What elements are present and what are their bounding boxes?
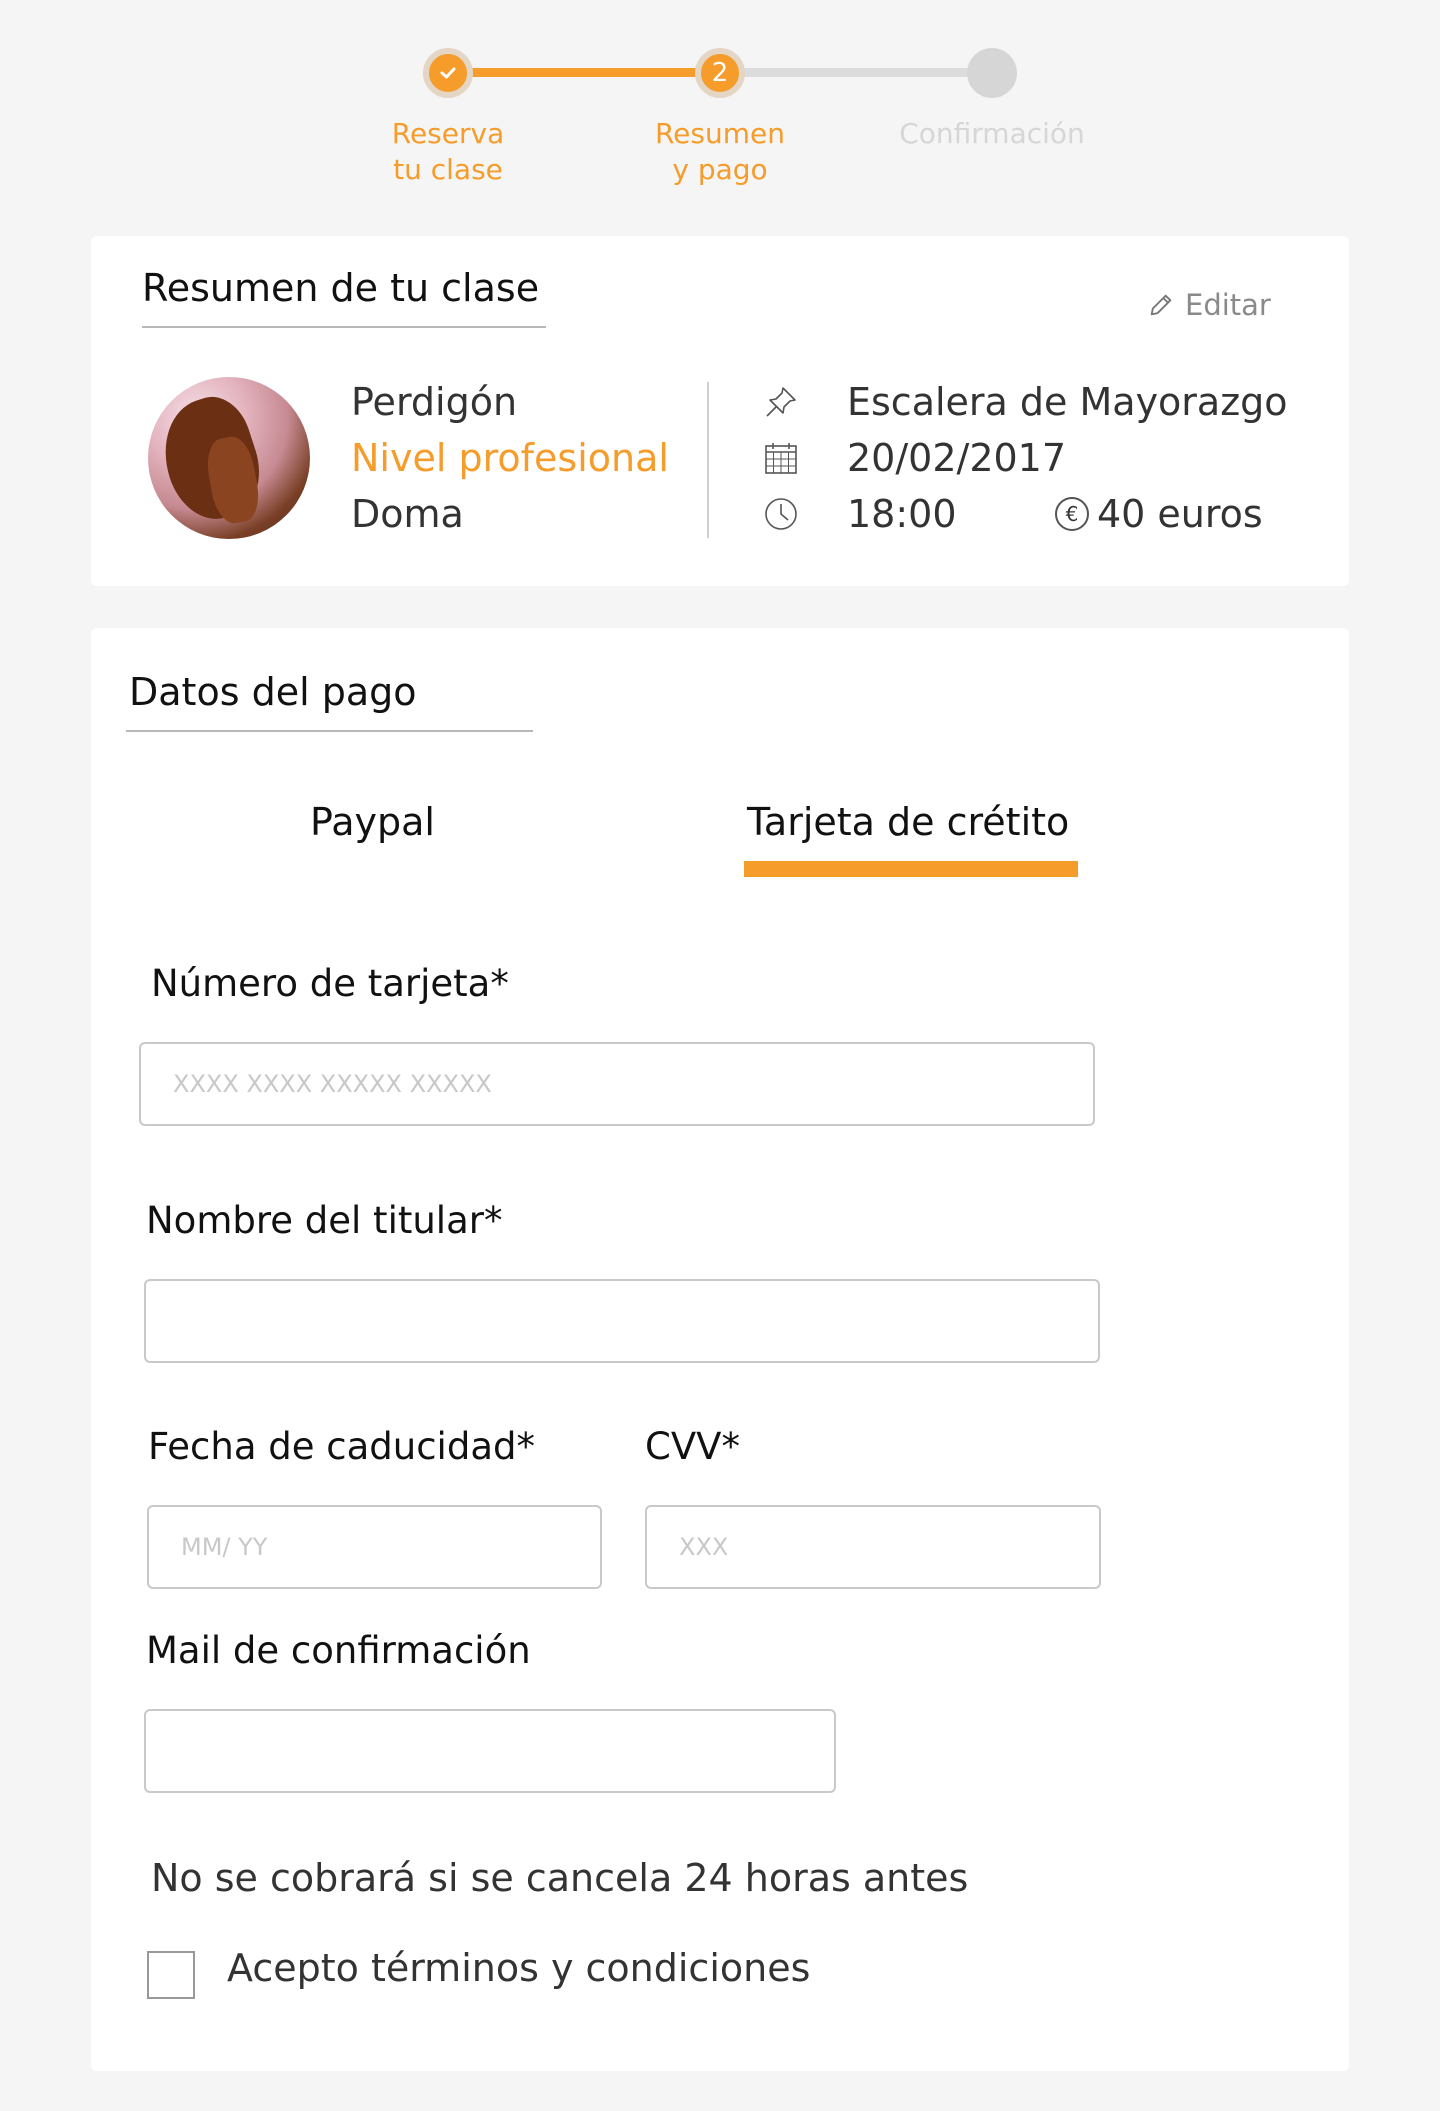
stepper-line-pending [720,68,992,77]
date-text: 20/02/2017 [847,436,1067,480]
class-summary-card: Resumen de tu clase Editar Perdigón Nive… [91,236,1349,586]
summary-title: Resumen de tu clase [142,266,540,310]
terms-label[interactable]: Acepto términos y condiciones [227,1946,810,1990]
euro-icon: € [1055,497,1089,531]
cvv-label: CVV* [645,1425,740,1468]
edit-label: Editar [1185,288,1271,322]
email-label: Mail de confirmación [146,1629,531,1672]
progress-stepper: 2 Reserva tu clase Resumen y pago Confir… [0,0,1440,220]
horse-name: Perdigón [351,380,518,424]
payment-card: Datos del pago Paypal Tarjeta de crétito… [91,628,1349,2071]
horse-avatar [148,377,310,539]
payment-title: Datos del pago [129,670,417,714]
tab-selected-indicator [744,861,1078,877]
tab-paypal[interactable]: Paypal [310,800,435,844]
expiry-input[interactable] [147,1505,602,1589]
time-text: 18:00 [847,492,957,536]
location-text: Escalera de Mayorazgo [847,380,1288,424]
email-input[interactable] [144,1709,836,1793]
summary-divider [707,382,709,538]
step-1-dot[interactable] [423,48,473,98]
terms-checkbox[interactable] [147,1951,195,1999]
stepper-line-completed [448,68,720,77]
price-text: 40 euros [1097,492,1263,536]
step-2-label[interactable]: Resumen y pago [590,116,850,188]
tab-credit-card[interactable]: Tarjeta de crétito [747,800,1069,844]
class-level: Nivel profesional [351,436,669,480]
edit-button[interactable]: Editar [1147,288,1271,322]
cancellation-note: No se cobrará si se cancela 24 horas ant… [151,1856,969,1900]
pencil-icon [1150,294,1172,316]
calendar-icon [761,438,801,478]
class-discipline: Doma [351,492,464,536]
summary-title-underline [142,326,546,328]
clock-icon [761,494,801,534]
pin-icon [761,382,801,422]
step-3-dot [967,48,1017,98]
date-row: 20/02/2017 [761,430,1066,486]
check-icon [440,67,456,79]
step-2-dot[interactable]: 2 [695,48,745,98]
price-row: € 40 euros [1055,486,1263,542]
location-row: Escalera de Mayorazgo [761,374,1288,430]
holder-name-label: Nombre del titular* [146,1199,503,1242]
card-number-input[interactable] [139,1042,1095,1126]
cvv-input[interactable] [645,1505,1101,1589]
time-row: 18:00 [761,486,957,542]
expiry-label: Fecha de caducidad* [148,1425,535,1468]
step-3-label: Confirmación [899,117,1085,150]
payment-title-underline [126,730,533,732]
holder-name-input[interactable] [144,1279,1100,1363]
card-number-label: Número de tarjeta* [151,962,509,1005]
step-2-number: 2 [711,58,729,88]
step-1-label[interactable]: Reserva tu clase [318,116,578,188]
